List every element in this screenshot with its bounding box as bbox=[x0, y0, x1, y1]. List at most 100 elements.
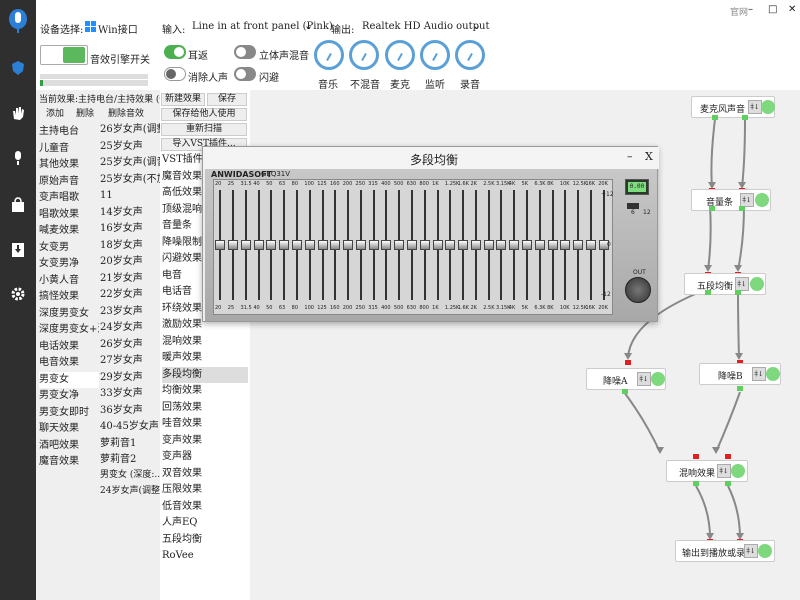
preset-category-item[interactable]: 儿童音 bbox=[39, 141, 99, 157]
eq-fader-handle[interactable] bbox=[228, 240, 239, 250]
eq-fader-handle[interactable] bbox=[240, 240, 251, 250]
eq-fader-handle[interactable] bbox=[585, 240, 596, 250]
preset-category-item[interactable]: 男变女即时 bbox=[39, 405, 99, 421]
eq-fader-handle[interactable] bbox=[445, 240, 456, 250]
node-status-dot[interactable] bbox=[651, 372, 665, 386]
eq-fader-handle[interactable] bbox=[458, 240, 469, 250]
preset-category-item[interactable]: 深度男变女+混响 bbox=[39, 322, 99, 338]
output-port[interactable] bbox=[742, 115, 748, 120]
effect-plugin-item[interactable]: 低音效果 bbox=[162, 499, 248, 515]
monitor-dial[interactable] bbox=[420, 40, 450, 70]
eq-fader-handle[interactable] bbox=[355, 240, 366, 250]
preset-category-item[interactable]: 电音效果 bbox=[39, 355, 99, 371]
microphone-logo-icon[interactable] bbox=[0, 6, 36, 36]
preset-category-item[interactable]: 搞怪效果 bbox=[39, 289, 99, 305]
preset-item[interactable]: 25岁女声 bbox=[100, 139, 160, 155]
preset-item[interactable]: 21岁女声 bbox=[100, 271, 160, 287]
preset-category-item[interactable]: 女变男 bbox=[39, 240, 99, 256]
output-port[interactable] bbox=[739, 206, 745, 211]
no-mix-dial[interactable] bbox=[349, 40, 379, 70]
effect-plugin-item[interactable]: 双音效果 bbox=[162, 466, 248, 482]
effect-plugin-item[interactable]: 变声效果 bbox=[162, 433, 248, 449]
eq-fader-handle[interactable] bbox=[496, 240, 507, 250]
output-gain-knob[interactable] bbox=[625, 277, 651, 303]
preset-category-item[interactable]: 主持电台 bbox=[39, 124, 99, 140]
node-volume[interactable]: 音量条 ‡↓ bbox=[691, 189, 771, 211]
effect-plugin-item[interactable]: 暖声效果 bbox=[162, 350, 248, 366]
chevron-down-icon[interactable]: ⌄ bbox=[472, 19, 481, 32]
node-settings-button[interactable]: ‡↓ bbox=[752, 367, 766, 381]
input-port[interactable] bbox=[725, 454, 731, 459]
preset-category-item[interactable]: 唱歌效果 bbox=[39, 207, 99, 223]
preset-item[interactable]: 23岁女声 bbox=[100, 304, 160, 320]
eq-fader-handle[interactable] bbox=[343, 240, 354, 250]
effect-plugin-item[interactable]: 回荡效果 bbox=[162, 400, 248, 416]
preset-item[interactable]: 26岁女声 bbox=[100, 337, 160, 353]
eq-fader-handle[interactable] bbox=[215, 240, 226, 250]
preset-item[interactable]: 29岁女声 bbox=[100, 370, 160, 386]
eq-fader-handle[interactable] bbox=[368, 240, 379, 250]
output-port[interactable] bbox=[712, 115, 718, 120]
node-settings-button[interactable]: ‡↓ bbox=[748, 100, 762, 114]
stereo-mix-toggle[interactable] bbox=[234, 45, 256, 59]
preset-item[interactable]: 20岁女声 bbox=[100, 254, 160, 270]
effect-plugin-item[interactable]: 哇音效果 bbox=[162, 416, 248, 432]
preset-item[interactable]: 27岁女声 bbox=[100, 353, 160, 369]
node-mic-input[interactable]: 麦克风声音 ‡↓ bbox=[691, 96, 775, 118]
eq-fader-handle[interactable] bbox=[394, 240, 405, 250]
preset-category-item[interactable]: 小黄人音 bbox=[39, 273, 99, 289]
engine-switch[interactable] bbox=[40, 45, 88, 65]
effect-plugin-item[interactable]: 多段均衡 bbox=[162, 366, 248, 383]
eq-fader-handle[interactable] bbox=[419, 240, 430, 250]
download-icon[interactable] bbox=[0, 235, 36, 265]
preset-category-item[interactable]: 女变男净 bbox=[39, 256, 99, 272]
preset-item[interactable]: 25岁女声(调音后) bbox=[100, 155, 160, 171]
preset-category-item[interactable]: 其他效果 bbox=[39, 157, 99, 173]
close-button[interactable]: ✕ bbox=[788, 4, 796, 15]
preset-item[interactable]: 18岁女声 bbox=[100, 238, 160, 254]
remove-voice-toggle[interactable] bbox=[164, 67, 186, 81]
earback-toggle[interactable] bbox=[164, 45, 186, 59]
preset-category-item[interactable]: 深度男变女 bbox=[39, 306, 99, 322]
output-port[interactable] bbox=[725, 481, 731, 486]
input-port[interactable] bbox=[693, 454, 699, 459]
flash-toggle[interactable] bbox=[234, 67, 256, 81]
preset-item[interactable]: 22岁女声 bbox=[100, 287, 160, 303]
new-effect-button[interactable]: 新建效果 bbox=[161, 93, 205, 106]
preset-item[interactable]: 24岁女声(调整后) bbox=[100, 483, 160, 499]
mic-dial[interactable] bbox=[385, 40, 415, 70]
node-settings-button[interactable]: ‡↓ bbox=[717, 464, 731, 478]
eq-fader-handle[interactable] bbox=[266, 240, 277, 250]
eq-title-bar[interactable]: 多段均衡 – X bbox=[203, 147, 659, 169]
node-status-dot[interactable] bbox=[755, 193, 769, 207]
preset-category-item[interactable]: 聊天效果 bbox=[39, 421, 99, 437]
preset-category-item[interactable]: 酒吧效果 bbox=[39, 438, 99, 454]
preset-category-item[interactable]: 男变女 bbox=[39, 371, 99, 388]
eq-fader-handle[interactable] bbox=[304, 240, 315, 250]
eq-fader-handle[interactable] bbox=[279, 240, 290, 250]
eq-fader-handle[interactable] bbox=[432, 240, 443, 250]
device-select[interactable]: Win接口 bbox=[98, 21, 138, 36]
input-port[interactable] bbox=[625, 360, 631, 365]
node-status-dot[interactable] bbox=[731, 464, 745, 478]
output-port[interactable] bbox=[693, 481, 699, 486]
save-button[interactable]: 保存 bbox=[207, 93, 247, 106]
eq-fader-handle[interactable] bbox=[381, 240, 392, 250]
preset-category-item[interactable]: 原始声音 bbox=[39, 174, 99, 190]
eq-fader-handle[interactable] bbox=[509, 240, 520, 250]
eq-fader-handle[interactable] bbox=[521, 240, 532, 250]
eq-fader-handle[interactable] bbox=[407, 240, 417, 250]
eq-fader-handle[interactable] bbox=[253, 240, 264, 250]
effect-plugin-item[interactable]: 压限效果 bbox=[162, 482, 248, 498]
preset-item[interactable]: 11 bbox=[100, 188, 160, 204]
eq-fader-handle[interactable] bbox=[317, 240, 328, 250]
delete-button[interactable]: 删除 bbox=[76, 106, 94, 122]
eq-fader-handle[interactable] bbox=[292, 240, 303, 250]
node-status-dot[interactable] bbox=[761, 100, 775, 114]
effect-plugin-item[interactable]: 混响效果 bbox=[162, 334, 248, 350]
node-status-dot[interactable] bbox=[766, 367, 780, 381]
website-link[interactable]: 官网 bbox=[730, 5, 748, 18]
eq-fader-handle[interactable] bbox=[573, 240, 584, 250]
eq-fader-handle[interactable] bbox=[330, 240, 341, 250]
preset-item[interactable]: 26岁女声(调整后) bbox=[100, 122, 160, 138]
